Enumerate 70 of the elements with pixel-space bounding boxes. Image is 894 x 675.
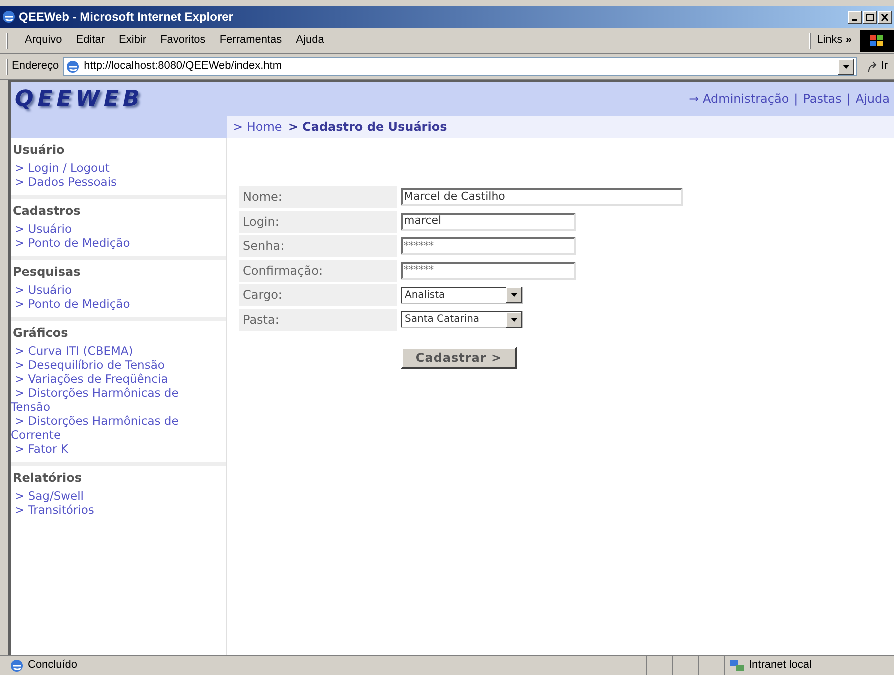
field-label: Nome: xyxy=(239,186,397,208)
go-button[interactable]: Ir xyxy=(861,58,894,75)
window-title: QEEWeb - Microsoft Internet Explorer xyxy=(19,9,234,26)
submit-button[interactable]: Cadastrar > xyxy=(401,346,517,368)
sidebar-link[interactable]: > Usuário xyxy=(11,283,196,297)
minimize-button[interactable] xyxy=(848,10,862,24)
sidebar-link[interactable]: > Curva ITI (CBEMA) xyxy=(11,344,196,358)
dropdown-button[interactable] xyxy=(506,312,522,328)
input-field[interactable]: Marcel de Castilho xyxy=(401,188,683,206)
dropdown-arrow-icon xyxy=(510,318,518,322)
select-field[interactable]: Santa Catarina xyxy=(401,311,523,328)
field-label: Confirmação: xyxy=(239,260,397,282)
sidebar-link[interactable]: > Distorções Harmônicas de Corrente xyxy=(11,414,196,442)
breadcrumb-link[interactable]: > Home xyxy=(233,118,282,136)
maximize-icon xyxy=(866,14,874,20)
page-icon xyxy=(66,60,80,74)
select-field[interactable]: Analista xyxy=(401,286,523,304)
sidebar-link[interactable]: > Sag/Swell xyxy=(11,489,196,503)
field-label: Senha: xyxy=(239,235,397,257)
dropdown-button[interactable] xyxy=(506,287,522,303)
sidebar-link[interactable]: > Login / Logout xyxy=(11,161,196,175)
sidebar-link[interactable]: > Ponto de Medição xyxy=(11,297,196,311)
header-link[interactable]: Ajuda xyxy=(856,90,890,108)
password-field[interactable]: ****** xyxy=(401,237,576,255)
breadcrumb-link[interactable]: > Cadastro de Usuários xyxy=(288,118,448,136)
link-separator: | xyxy=(794,91,798,108)
sidebar-link[interactable]: > Variações de Freqüência xyxy=(11,372,196,386)
page-icon xyxy=(10,658,24,672)
header-link[interactable]: → Administração xyxy=(689,90,790,108)
dropdown-arrow-icon xyxy=(842,64,850,68)
sidebar-heading: Pesquisas xyxy=(12,264,82,280)
sidebar-heading: Gráficos xyxy=(12,325,70,341)
sidebar-link[interactable]: > Transitórios xyxy=(11,503,196,517)
sidebar-link[interactable]: > Dados Pessoais xyxy=(11,175,196,189)
address-field[interactable]: http://localhost:8080/QEEWeb/index.htm xyxy=(63,57,858,76)
menu-item[interactable]: Arquivo xyxy=(18,32,70,49)
input-field[interactable]: marcel xyxy=(401,212,576,230)
sidebar-link[interactable]: > Ponto de Medição xyxy=(11,236,196,250)
menu-item[interactable]: Editar xyxy=(69,32,112,49)
link-separator: | xyxy=(846,91,851,108)
site-logo: QEEWEB xyxy=(15,86,144,114)
field-label: Pasta: xyxy=(239,308,397,330)
field-label: Login: xyxy=(239,210,397,232)
sidebar-link[interactable]: > Desequilíbrio de Tensão xyxy=(11,358,196,372)
sidebar-heading: Relatórios xyxy=(12,470,83,486)
close-button[interactable] xyxy=(878,10,892,24)
dropdown-button[interactable] xyxy=(838,58,854,74)
sidebar-heading: Usuário xyxy=(12,142,66,158)
header-link[interactable]: Pastas xyxy=(803,90,842,108)
menu-item[interactable]: Ajuda xyxy=(289,32,332,49)
links-button[interactable]: Links » xyxy=(815,32,854,49)
browser-icon xyxy=(2,10,16,24)
menu-item[interactable]: Exibir xyxy=(112,32,154,49)
password-field[interactable]: ****** xyxy=(401,262,576,280)
sidebar-link[interactable]: > Distorções Harmônicas de Tensão xyxy=(11,386,196,414)
maximize-button[interactable] xyxy=(863,10,877,24)
zone-text: Intranet local xyxy=(749,658,812,674)
sidebar-heading: Cadastros xyxy=(12,203,82,219)
status-text: Concluído xyxy=(28,658,78,674)
go-arrow-icon xyxy=(867,60,880,72)
address-label: Endereço xyxy=(12,59,60,74)
network-icon xyxy=(729,658,745,672)
menu-item[interactable]: Ferramentas xyxy=(212,32,290,49)
sidebar-link[interactable]: > Usuário xyxy=(11,222,196,236)
menu-item[interactable]: Favoritos xyxy=(154,32,213,49)
windows-flag-icon xyxy=(870,34,884,46)
sidebar-link[interactable]: > Fator K xyxy=(11,442,196,456)
dropdown-arrow-icon xyxy=(510,293,518,297)
close-icon xyxy=(881,14,889,20)
field-label: Cargo: xyxy=(239,284,397,306)
